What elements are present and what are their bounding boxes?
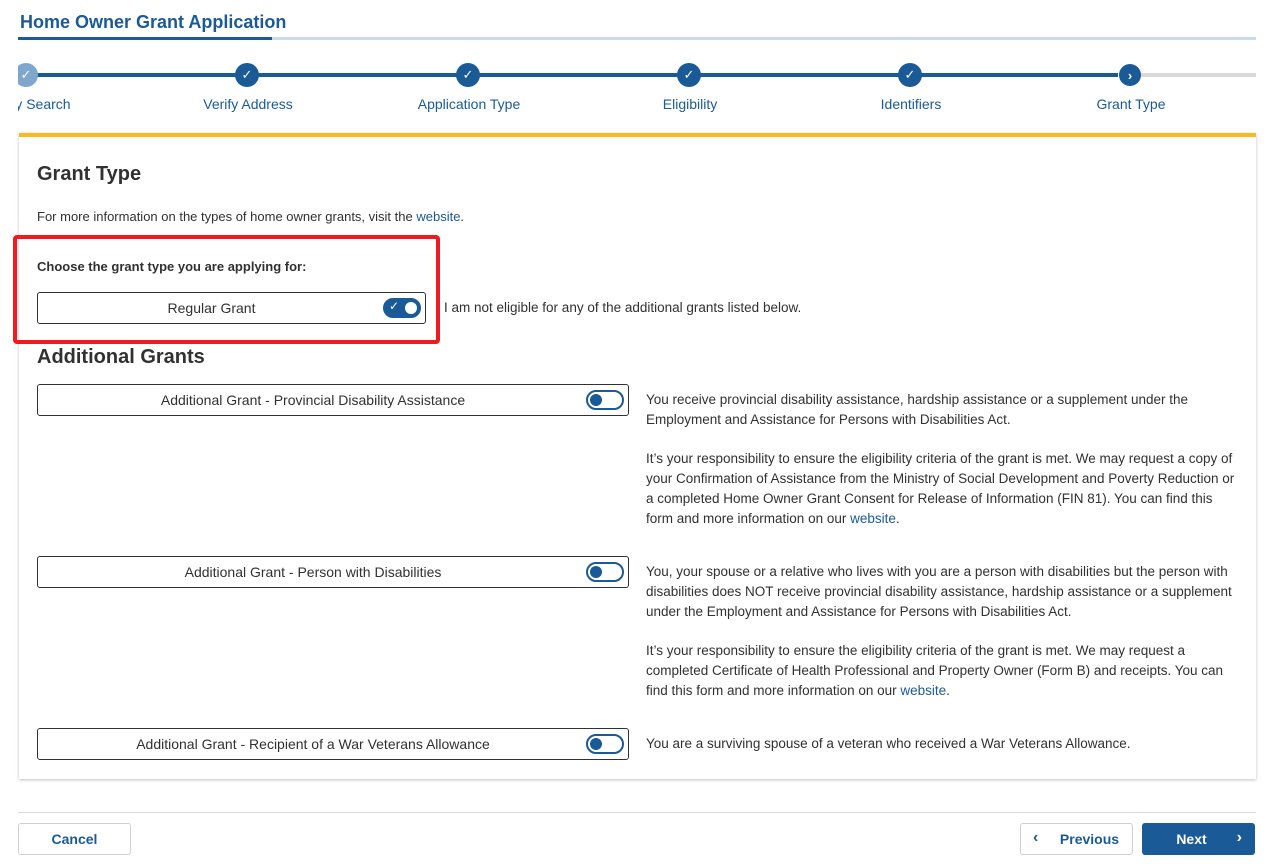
step-3-check-icon[interactable]: ✓	[456, 63, 480, 87]
step-1-label[interactable]: ty Search	[18, 96, 121, 112]
provincial-disability-website-link[interactable]: website	[850, 511, 896, 526]
provincial-disability-toggle[interactable]	[586, 390, 624, 410]
person-with-disabilities-responsibility: It’s your responsibility to ensure the e…	[646, 641, 1241, 701]
progress-stepper: ✓ ty Search ✓ Verify Address ✓ Applicati…	[18, 60, 1256, 120]
page-title: Grant Type	[37, 163, 142, 185]
grant-type-card: Grant Type For more information on the t…	[19, 133, 1256, 779]
war-veterans-description: You are a surviving spouse of a veteran …	[646, 736, 1131, 751]
footer-divider	[18, 812, 1256, 813]
person-with-disabilities-toggle[interactable]	[586, 562, 624, 582]
step-6-label[interactable]: Grant Type	[1051, 96, 1211, 112]
info-text-prefix: For more information on the types of hom…	[37, 209, 417, 224]
provincial-disability-responsibility: It’s your responsibility to ensure the e…	[646, 449, 1241, 529]
info-text-suffix: .	[460, 209, 465, 224]
responsibility-suffix: .	[946, 683, 950, 698]
regular-grant-description: I am not eligible for any of the additio…	[444, 300, 802, 315]
next-label: Next	[1176, 831, 1207, 847]
additional-grants-heading: Additional Grants	[37, 346, 205, 368]
toggle-knob	[590, 566, 602, 578]
person-with-disabilities-description: You, your spouse or a relative who lives…	[646, 564, 1232, 619]
chevron-left-icon: ‹	[1033, 829, 1039, 846]
war-veterans-toggle[interactable]	[586, 734, 624, 754]
next-button[interactable]: Next ›	[1142, 823, 1255, 855]
war-veterans-label: Additional Grant - Recipient of a War Ve…	[136, 736, 490, 752]
step-4-label[interactable]: Eligibility	[610, 96, 770, 112]
toggle-knob	[590, 738, 602, 750]
provincial-disability-label: Additional Grant - Provincial Disability…	[160, 392, 466, 408]
person-with-disabilities-label: Additional Grant - Person with Disabilit…	[184, 564, 442, 580]
provincial-disability-description: You receive provincial disability assist…	[646, 392, 1189, 427]
responsibility-text: It’s your responsibility to ensure the e…	[646, 451, 1235, 526]
step-4-check-icon[interactable]: ✓	[677, 63, 701, 87]
info-website-link[interactable]: website	[416, 209, 460, 224]
step-2-check-icon[interactable]: ✓	[235, 63, 259, 87]
step-5-label[interactable]: Identifiers	[831, 96, 991, 112]
stepper-line-complete	[18, 73, 1118, 77]
toggle-knob	[590, 394, 602, 406]
step-3-label[interactable]: Application Type	[389, 96, 549, 112]
step-1-check-icon[interactable]: ✓	[18, 63, 38, 87]
responsibility-suffix: .	[895, 511, 900, 526]
stepper-line-remaining	[1130, 73, 1256, 77]
person-with-disabilities-toggle-box[interactable]: Additional Grant - Person with Disabilit…	[37, 556, 629, 588]
title-underline-accent	[18, 37, 272, 40]
cancel-button[interactable]: Cancel	[18, 823, 131, 855]
step-2-label[interactable]: Verify Address	[168, 96, 328, 112]
previous-label: Previous	[1059, 831, 1120, 847]
chevron-right-icon: ›	[1236, 829, 1242, 846]
step-6-current-icon[interactable]: ›	[1119, 64, 1141, 86]
previous-button[interactable]: ‹ Previous	[1020, 823, 1133, 855]
person-with-disabilities-website-link[interactable]: website	[900, 683, 946, 698]
red-highlight-box	[13, 235, 440, 344]
app-title: Home Owner Grant Application	[20, 12, 287, 32]
step-5-check-icon[interactable]: ✓	[898, 63, 922, 87]
info-text: For more information on the types of hom…	[37, 209, 464, 224]
war-veterans-toggle-box[interactable]: Additional Grant - Recipient of a War Ve…	[37, 728, 629, 760]
provincial-disability-toggle-box[interactable]: Additional Grant - Provincial Disability…	[37, 384, 629, 416]
